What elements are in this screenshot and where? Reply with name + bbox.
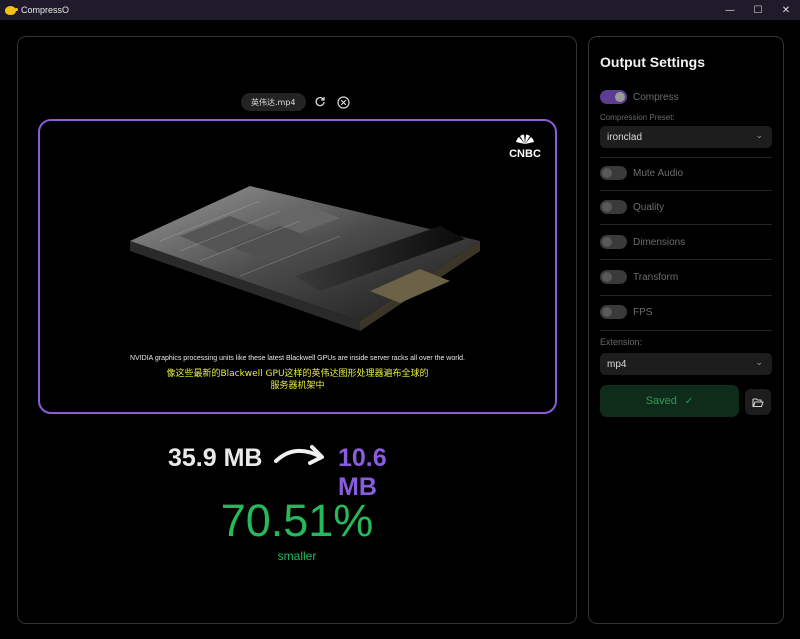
cnbc-logo: CNBC bbox=[507, 133, 543, 161]
divider bbox=[600, 330, 772, 331]
divider bbox=[600, 259, 772, 260]
chevron-down-icon: ⌄ bbox=[755, 130, 763, 140]
filename-pill: 英伟达.mp4 bbox=[241, 93, 306, 111]
minimize-button[interactable]: — bbox=[716, 0, 744, 20]
title-bar: CompressO — ☐ ✕ bbox=[0, 0, 800, 20]
close-circle-icon[interactable] bbox=[336, 95, 350, 109]
arrow-right-icon bbox=[274, 445, 324, 465]
size-comparison: 35.9 MB 10.6 MB bbox=[168, 439, 428, 501]
app-icon bbox=[5, 5, 18, 15]
compress-row[interactable]: Compress bbox=[600, 87, 772, 107]
preset-select[interactable]: ironclad ⌄ bbox=[600, 126, 772, 148]
preset-value: ironclad bbox=[607, 131, 643, 143]
compressed-size: 10.6 MB bbox=[338, 444, 387, 501]
preset-label: Compression Preset: bbox=[600, 113, 675, 122]
gpu-board-image bbox=[130, 186, 480, 331]
chevron-down-icon: ⌄ bbox=[755, 357, 763, 367]
cnbc-wordmark: CNBC bbox=[509, 148, 541, 160]
extension-select[interactable]: mp4 ⌄ bbox=[600, 353, 772, 375]
quality-label: Quality bbox=[633, 201, 665, 213]
close-window-button[interactable]: ✕ bbox=[772, 0, 800, 20]
check-icon: ✓ bbox=[684, 395, 694, 407]
original-size: 35.9 MB bbox=[168, 444, 263, 472]
subtitle-chinese: 像这些最新的Blackwell GPU这样的英伟达图形处理器遍布全球的 服务器机… bbox=[40, 368, 555, 392]
subtitle-chinese-line1: 像这些最新的Blackwell GPU这样的英伟达图形处理器遍布全球的 bbox=[166, 369, 429, 379]
compress-label: Compress bbox=[633, 91, 679, 103]
subtitle-english: NVIDIA graphics processing units like th… bbox=[130, 355, 465, 362]
dimensions-row[interactable]: Dimensions bbox=[600, 232, 772, 252]
transform-toggle[interactable] bbox=[600, 270, 627, 284]
fps-label: FPS bbox=[633, 306, 653, 318]
saved-button[interactable]: Saved ✓ bbox=[600, 385, 739, 417]
saved-label: Saved bbox=[645, 395, 677, 407]
output-settings-panel: Output Settings Compress Compression Pre… bbox=[588, 36, 784, 624]
divider bbox=[600, 190, 772, 191]
output-settings-title: Output Settings bbox=[600, 54, 705, 70]
dimensions-toggle[interactable] bbox=[600, 235, 627, 249]
reduction-caption: smaller bbox=[277, 549, 317, 563]
preview-panel: 英伟达.mp4 CNBC NVIDIA graphics processing … bbox=[17, 36, 577, 624]
dimensions-label: Dimensions bbox=[633, 236, 686, 248]
extension-label: Extension: bbox=[600, 337, 643, 347]
mute-audio-row[interactable]: Mute Audio bbox=[600, 163, 772, 183]
compress-toggle[interactable] bbox=[600, 90, 627, 104]
quality-row[interactable]: Quality bbox=[600, 197, 772, 217]
reduction-percent: 70.51% bbox=[220, 495, 374, 546]
window-title: CompressO bbox=[21, 5, 70, 15]
quality-toggle[interactable] bbox=[600, 200, 627, 214]
open-folder-button[interactable] bbox=[745, 389, 771, 415]
extension-value: mp4 bbox=[607, 358, 627, 370]
window-controls: — ☐ ✕ bbox=[716, 0, 800, 20]
mute-audio-toggle[interactable] bbox=[600, 166, 627, 180]
divider bbox=[600, 295, 772, 296]
divider bbox=[600, 224, 772, 225]
folder-open-icon bbox=[752, 397, 764, 407]
transform-label: Transform bbox=[633, 271, 679, 283]
divider bbox=[600, 157, 772, 158]
transform-row[interactable]: Transform bbox=[600, 267, 772, 287]
mute-audio-label: Mute Audio bbox=[633, 167, 684, 179]
fps-row[interactable]: FPS bbox=[600, 302, 772, 322]
video-preview: CNBC NVIDIA graphics processing units li… bbox=[38, 119, 557, 414]
maximize-button[interactable]: ☐ bbox=[744, 0, 772, 20]
fps-toggle[interactable] bbox=[600, 305, 627, 319]
reload-icon[interactable] bbox=[313, 95, 327, 109]
subtitle-chinese-line2: 服务器机架中 bbox=[270, 381, 325, 391]
